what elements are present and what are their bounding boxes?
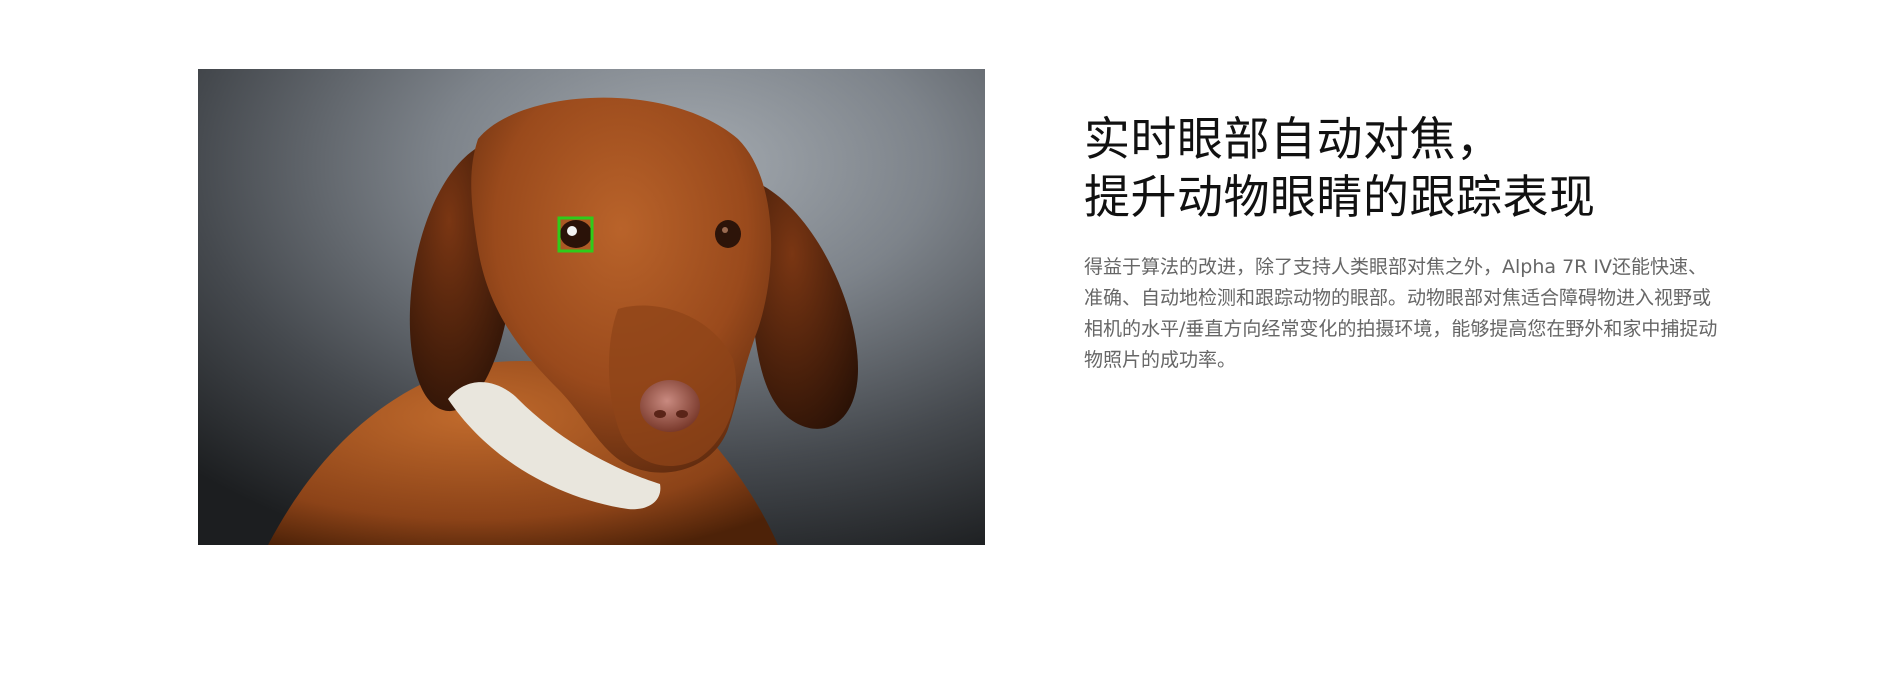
- feature-headline: 实时眼部自动对焦， 提升动物眼睛的跟踪表现: [1084, 110, 1724, 226]
- eye-af-feature-section: 实时眼部自动对焦， 提升动物眼睛的跟踪表现 得益于算法的改进，除了支持人类眼部对…: [0, 0, 1896, 697]
- dog-illustration: [198, 69, 985, 545]
- feature-text: 实时眼部自动对焦， 提升动物眼睛的跟踪表现 得益于算法的改进，除了支持人类眼部对…: [1084, 110, 1724, 376]
- feature-description: 得益于算法的改进，除了支持人类眼部对焦之外，Alpha 7R IV还能快速、准确…: [1084, 256, 1718, 371]
- headline-line-2: 提升动物眼睛的跟踪表现: [1084, 170, 1596, 224]
- headline-line-1: 实时眼部自动对焦，: [1084, 112, 1503, 166]
- dog-photo: [198, 69, 985, 545]
